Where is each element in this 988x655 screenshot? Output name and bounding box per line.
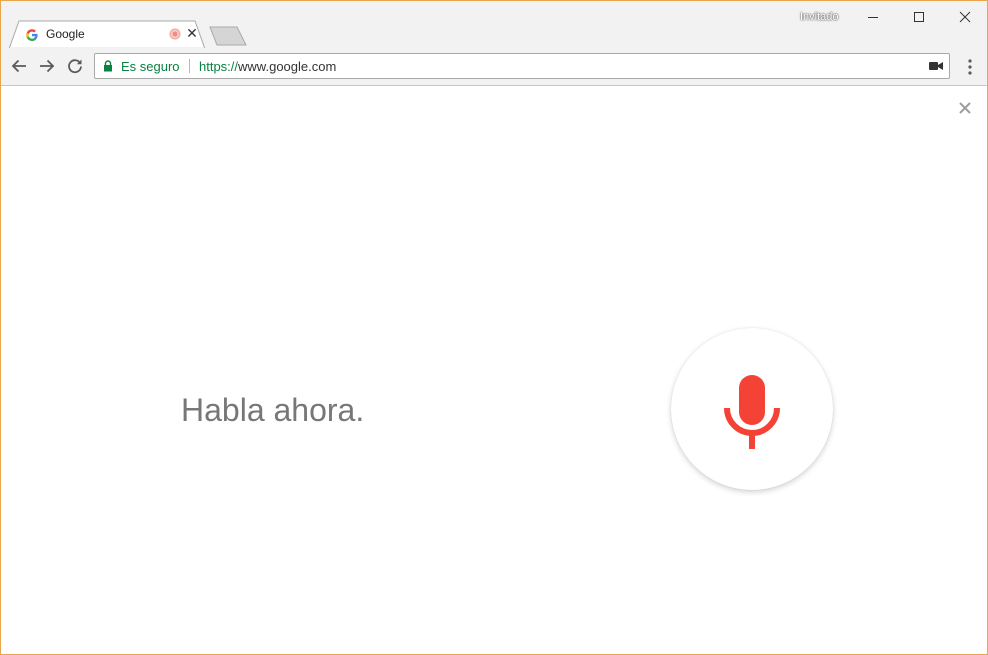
tab-close-icon[interactable]: ✕ — [186, 26, 198, 40]
reload-icon[interactable] — [66, 57, 84, 75]
arrow-right-icon[interactable] — [38, 57, 56, 75]
voice-search-overlay: Habla ahora. — [1, 86, 987, 654]
secure-label[interactable]: Es seguro — [121, 59, 180, 74]
tab-strip: Google ✕ Invitado — [1, 1, 987, 49]
microphone-icon — [724, 375, 780, 449]
arrow-left-icon[interactable] — [10, 57, 28, 75]
recording-dot-icon — [169, 28, 181, 40]
toolbar: Es seguro https://www.google.com — [1, 48, 987, 86]
close-icon[interactable] — [957, 100, 973, 116]
address-bar[interactable]: Es seguro https://www.google.com — [94, 53, 950, 79]
video-camera-icon[interactable] — [929, 61, 943, 71]
microphone-button[interactable] — [671, 328, 833, 490]
url-host: www.google.com — [238, 59, 337, 74]
maximize-icon[interactable] — [907, 7, 931, 27]
google-g-icon — [26, 29, 38, 41]
browser-window: Google ✕ Invitado Es seguro https://www.… — [0, 0, 988, 655]
window-close-icon[interactable] — [953, 7, 977, 27]
profile-name[interactable]: Invitado — [800, 11, 839, 23]
omnibox-divider — [189, 59, 190, 73]
new-tab-button[interactable] — [209, 26, 247, 46]
tab-google[interactable]: Google ✕ — [9, 20, 205, 49]
url-scheme: https:// — [199, 59, 239, 74]
lock-icon — [104, 60, 112, 72]
speak-now-prompt: Habla ahora. — [181, 392, 365, 428]
vertical-dots-icon[interactable] — [963, 58, 977, 76]
tab-title: Google — [46, 27, 85, 41]
minimize-icon[interactable] — [861, 7, 885, 27]
url-text[interactable]: https://www.google.com — [199, 59, 336, 74]
